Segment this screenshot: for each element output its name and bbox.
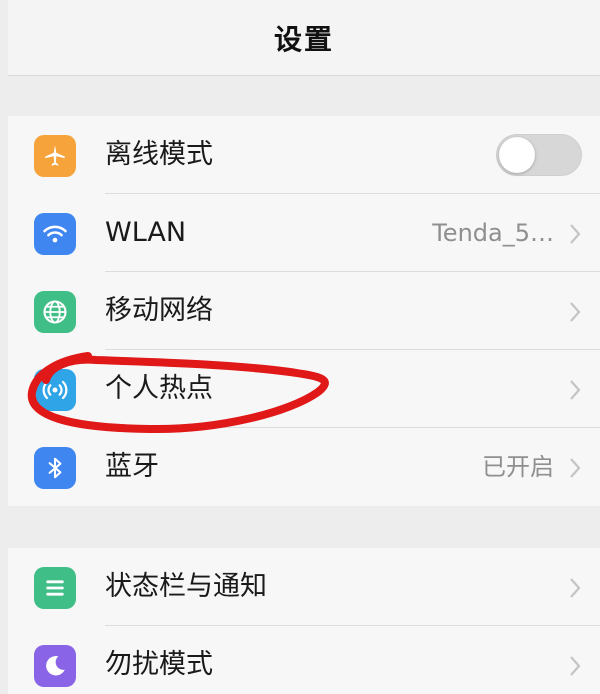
settings-group-connectivity: 离线模式 WLAN Tenda_5… 移动网络 个人热点 蓝牙 已开启 xyxy=(8,116,600,506)
airplane-mode-toggle[interactable] xyxy=(496,134,582,176)
settings-row-label: 蓝牙 xyxy=(105,451,159,482)
hotspot-icon xyxy=(34,369,76,411)
chevron-right-icon xyxy=(570,656,581,676)
settings-row-label: 移动网络 xyxy=(105,295,213,326)
page-title: 设置 xyxy=(273,22,334,56)
settings-row-airplane-mode[interactable]: 离线模式 xyxy=(8,116,600,194)
chevron-right-icon xyxy=(570,380,581,400)
chevron-right-icon xyxy=(570,458,581,478)
settings-row-status-bar-notifications[interactable]: 状态栏与通知 xyxy=(8,548,600,626)
chevron-right-icon xyxy=(570,578,581,598)
settings-row-bluetooth[interactable]: 蓝牙 已开启 xyxy=(8,428,600,506)
chevron-right-icon xyxy=(570,302,581,322)
settings-row-label: 离线模式 xyxy=(105,139,213,170)
settings-row-mobile-network[interactable]: 移动网络 xyxy=(8,272,600,350)
settings-row-label: WLAN xyxy=(105,217,187,248)
globe-icon xyxy=(34,291,76,333)
settings-group-notifications: 状态栏与通知 勿扰模式 xyxy=(8,548,600,694)
moon-icon xyxy=(34,645,76,687)
bluetooth-status-value: 已开启 xyxy=(482,453,554,481)
airplane-icon xyxy=(34,135,76,177)
settings-row-personal-hotspot[interactable]: 个人热点 xyxy=(8,350,600,428)
notification-list-icon xyxy=(34,567,76,609)
bluetooth-icon xyxy=(34,447,76,489)
settings-row-label: 状态栏与通知 xyxy=(105,571,267,602)
settings-screen: 设置 离线模式 WLAN Tenda_5… 移动网络 个人热点 蓝牙 已开启 状… xyxy=(0,0,600,694)
settings-row-wlan[interactable]: WLAN Tenda_5… xyxy=(8,194,600,272)
settings-row-label: 勿扰模式 xyxy=(105,649,213,680)
settings-row-do-not-disturb[interactable]: 勿扰模式 xyxy=(8,626,600,694)
chevron-right-icon xyxy=(570,224,581,244)
title-bar: 设置 xyxy=(8,0,600,76)
wifi-icon xyxy=(34,213,76,255)
wlan-network-value: Tenda_5… xyxy=(432,219,554,247)
toggle-knob xyxy=(499,137,535,173)
settings-row-label: 个人热点 xyxy=(105,373,213,404)
